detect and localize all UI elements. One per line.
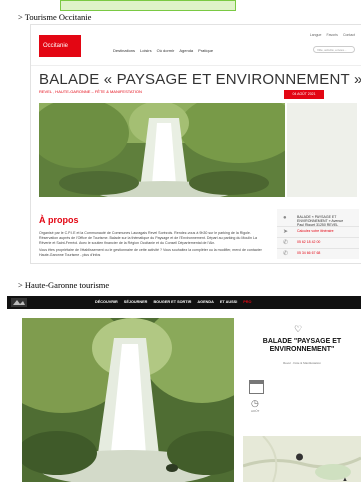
map-pin-icon[interactable] [295,453,304,462]
divider [277,237,359,238]
directions-link[interactable]: Calculez votre itinéraire [297,229,334,233]
directions-icon: ➤ [283,229,289,235]
info-directions[interactable]: ➤ Calculez votre itinéraire [283,229,334,235]
menu-bouger-sortir[interactable]: BOUGER ET SORTIR [153,300,191,304]
occitanie-screenshot: Occitanie Destinations Loisirs Où dormir… [30,24,361,264]
apropos-heading: À propos [39,215,79,225]
event-sidebar: ♡ BALADE "PAYSAGE ET ENVIRONNEMENT" Reve… [243,318,361,482]
event-title: BALADE "PAYSAGE ET ENVIRONNEMENT" [262,338,342,353]
language-link[interactable]: Langue [310,33,322,37]
waterfall-photo-large [22,318,234,482]
divider [277,248,359,249]
cursor-icon: ▲ [342,477,348,483]
occitanie-logo[interactable]: Occitanie [39,35,81,57]
divider [277,226,359,227]
description-more: Vous êtes propriétaire de l'établissemen… [39,248,262,257]
description-text: Organisé par le C.P.I.E et la Communauté… [39,231,267,258]
menu-decouvrir[interactable]: DÉCOUVRIR [95,300,118,304]
location-map[interactable] [243,436,361,482]
clock-label: AOÛT [251,409,260,413]
nav-pratique[interactable]: Pratique [198,48,213,53]
clock-icon: ◷ [251,398,259,408]
menu-et-aussi[interactable]: ET AUSSI [220,300,237,304]
nav-destinations[interactable]: Destinations [113,48,135,53]
info-phone-2[interactable]: ✆ 05 34 66 67 68 [283,251,320,257]
menu-pro[interactable]: PRO [243,300,251,304]
waterfall-image [39,103,285,197]
main-nav: Destinations Loisirs Où dormir Agenda Pr… [113,48,213,53]
highlight-bar [60,0,236,11]
search-input[interactable]: Ville, activité, envies... [313,46,355,53]
calendar-icon [249,380,264,394]
location-subtitle: REVEL , HAUTE-GARONNE – FÊTE & MANIFESTA… [39,89,142,94]
haute-garonne-screenshot: DÉCOUVRIR SÉJOURNER BOUGER ET SORTIR AGE… [7,296,361,486]
heart-icon[interactable]: ♡ [294,324,302,335]
nav-loisirs[interactable]: Loisirs [140,48,152,53]
menu-sejourner[interactable]: SÉJOURNER [124,300,148,304]
side-panel-image [287,103,357,197]
nav-agenda[interactable]: Agenda [179,48,193,53]
contact-link[interactable]: Contact [343,33,355,37]
location-pin-icon: ● [283,215,287,221]
waterfall-photo [39,103,285,197]
page-title: BALADE « PAYSAGE ET ENVIRONNEMENT » [39,71,361,88]
info-phone-1[interactable]: ✆ 05 62 18 42 00 [283,240,320,246]
info-box: ● BALADE « PAYSAGE ET ENVIRONNEMENT » Av… [277,209,359,259]
phone-icon: ✆ [283,240,289,246]
section-label-haute-garonne: > Haute-Garonne tourisme [18,280,110,290]
site-nav-bar: DÉCOUVRIR SÉJOURNER BOUGER ET SORTIR AGE… [7,296,361,309]
event-subtitle: Revel · Fête & Manifestation [283,361,321,365]
site-header: Occitanie Destinations Loisirs Où dormir… [31,25,361,66]
favorites-link[interactable]: Favoris [326,33,337,37]
utility-links: Langue Favoris Contact [310,33,355,37]
haute-garonne-logo[interactable] [11,298,27,307]
phone-link-2[interactable]: 05 34 66 67 68 [297,251,320,255]
side-panel [287,103,357,197]
date-badge: 04 AOÛT 2021 [284,90,324,99]
waterfall-image-large [22,318,234,482]
nav-ou-dormir[interactable]: Où dormir [157,48,175,53]
section-label-occitanie: > Tourisme Occitanie [18,12,92,22]
phone-link-1[interactable]: 05 62 18 42 00 [297,240,320,244]
main-menu: DÉCOUVRIR SÉJOURNER BOUGER ET SORTIR AGE… [95,300,252,304]
menu-agenda[interactable]: AGENDA [197,300,213,304]
phone-icon: ✆ [283,251,289,257]
description-paragraph: Organisé par le C.P.I.E et la Communauté… [39,231,257,245]
